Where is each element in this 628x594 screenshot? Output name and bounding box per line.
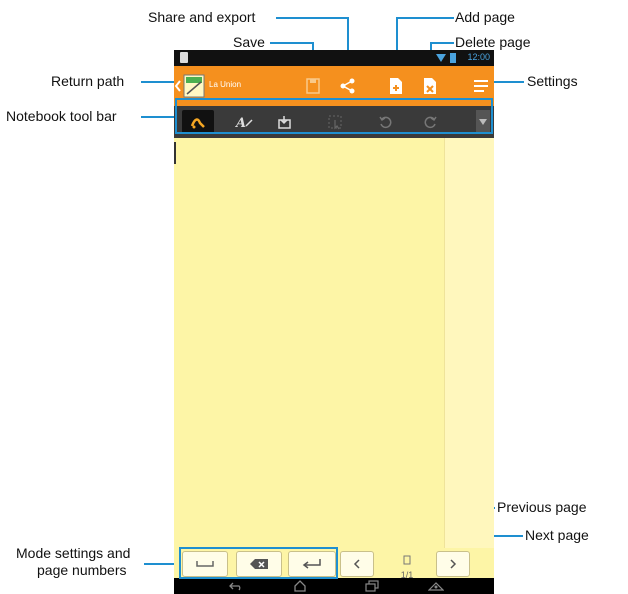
notification-icon (180, 52, 188, 63)
screenshot-icon (428, 582, 444, 591)
battery-icon (450, 53, 456, 63)
delete-page-button[interactable] (418, 73, 442, 99)
leader-add-h (396, 17, 454, 19)
status-bar: 12:00 (174, 50, 494, 66)
callout-next-page: Next page (525, 527, 589, 543)
back-icon (229, 582, 241, 591)
back-button[interactable] (224, 579, 248, 593)
callout-mode-settings-1: Mode settings and (16, 545, 131, 561)
leader-toolbar-h (141, 116, 175, 118)
page-number-indicator: 1/1 (392, 552, 422, 580)
screenshot-button[interactable] (424, 579, 448, 593)
leader-share-h (276, 17, 349, 19)
previous-page-button[interactable] (340, 551, 374, 577)
callout-share-export: Share and export (148, 9, 256, 25)
toolbar-highlight-box (175, 98, 493, 134)
callout-return-path: Return path (51, 73, 125, 89)
wifi-icon (436, 54, 446, 62)
save-button[interactable] (301, 73, 325, 99)
callout-notebook-toolbar: Notebook tool bar (6, 108, 117, 124)
home-icon (294, 580, 306, 592)
callout-delete-page: Delete page (455, 34, 531, 50)
text-cursor (174, 142, 176, 164)
mode-settings-highlight-box (179, 547, 338, 579)
recent-apps-button[interactable] (360, 579, 384, 593)
notebook-thumbnail-icon[interactable] (183, 74, 205, 98)
prev-page-icon (353, 559, 360, 569)
next-page-button[interactable] (436, 551, 470, 577)
settings-button[interactable] (469, 73, 493, 99)
add-page-button[interactable] (384, 73, 408, 99)
back-chevron-icon[interactable] (174, 76, 182, 96)
share-icon (340, 78, 355, 94)
notebook-title[interactable]: La Union (209, 80, 241, 89)
leader-save-h (270, 42, 314, 44)
system-nav-bar (174, 578, 494, 594)
recent-apps-icon (365, 580, 379, 592)
next-page-icon (450, 559, 457, 569)
add-page-icon (390, 78, 402, 94)
callout-add-page: Add page (455, 9, 515, 25)
note-page[interactable] (174, 138, 494, 548)
save-icon (306, 78, 320, 94)
callout-mode-settings-2: page numbers (37, 562, 127, 578)
status-time: 12:00 (467, 52, 490, 62)
share-export-button[interactable] (336, 73, 360, 99)
callout-save: Save (233, 34, 265, 50)
home-button[interactable] (288, 579, 312, 593)
callout-settings: Settings (527, 73, 578, 89)
delete-page-icon (424, 78, 436, 94)
settings-menu-icon (474, 80, 488, 92)
page-icon (403, 555, 411, 565)
page-margin-area (445, 138, 494, 548)
leader-delete-h (430, 42, 454, 44)
callout-previous-page: Previous page (497, 499, 587, 515)
